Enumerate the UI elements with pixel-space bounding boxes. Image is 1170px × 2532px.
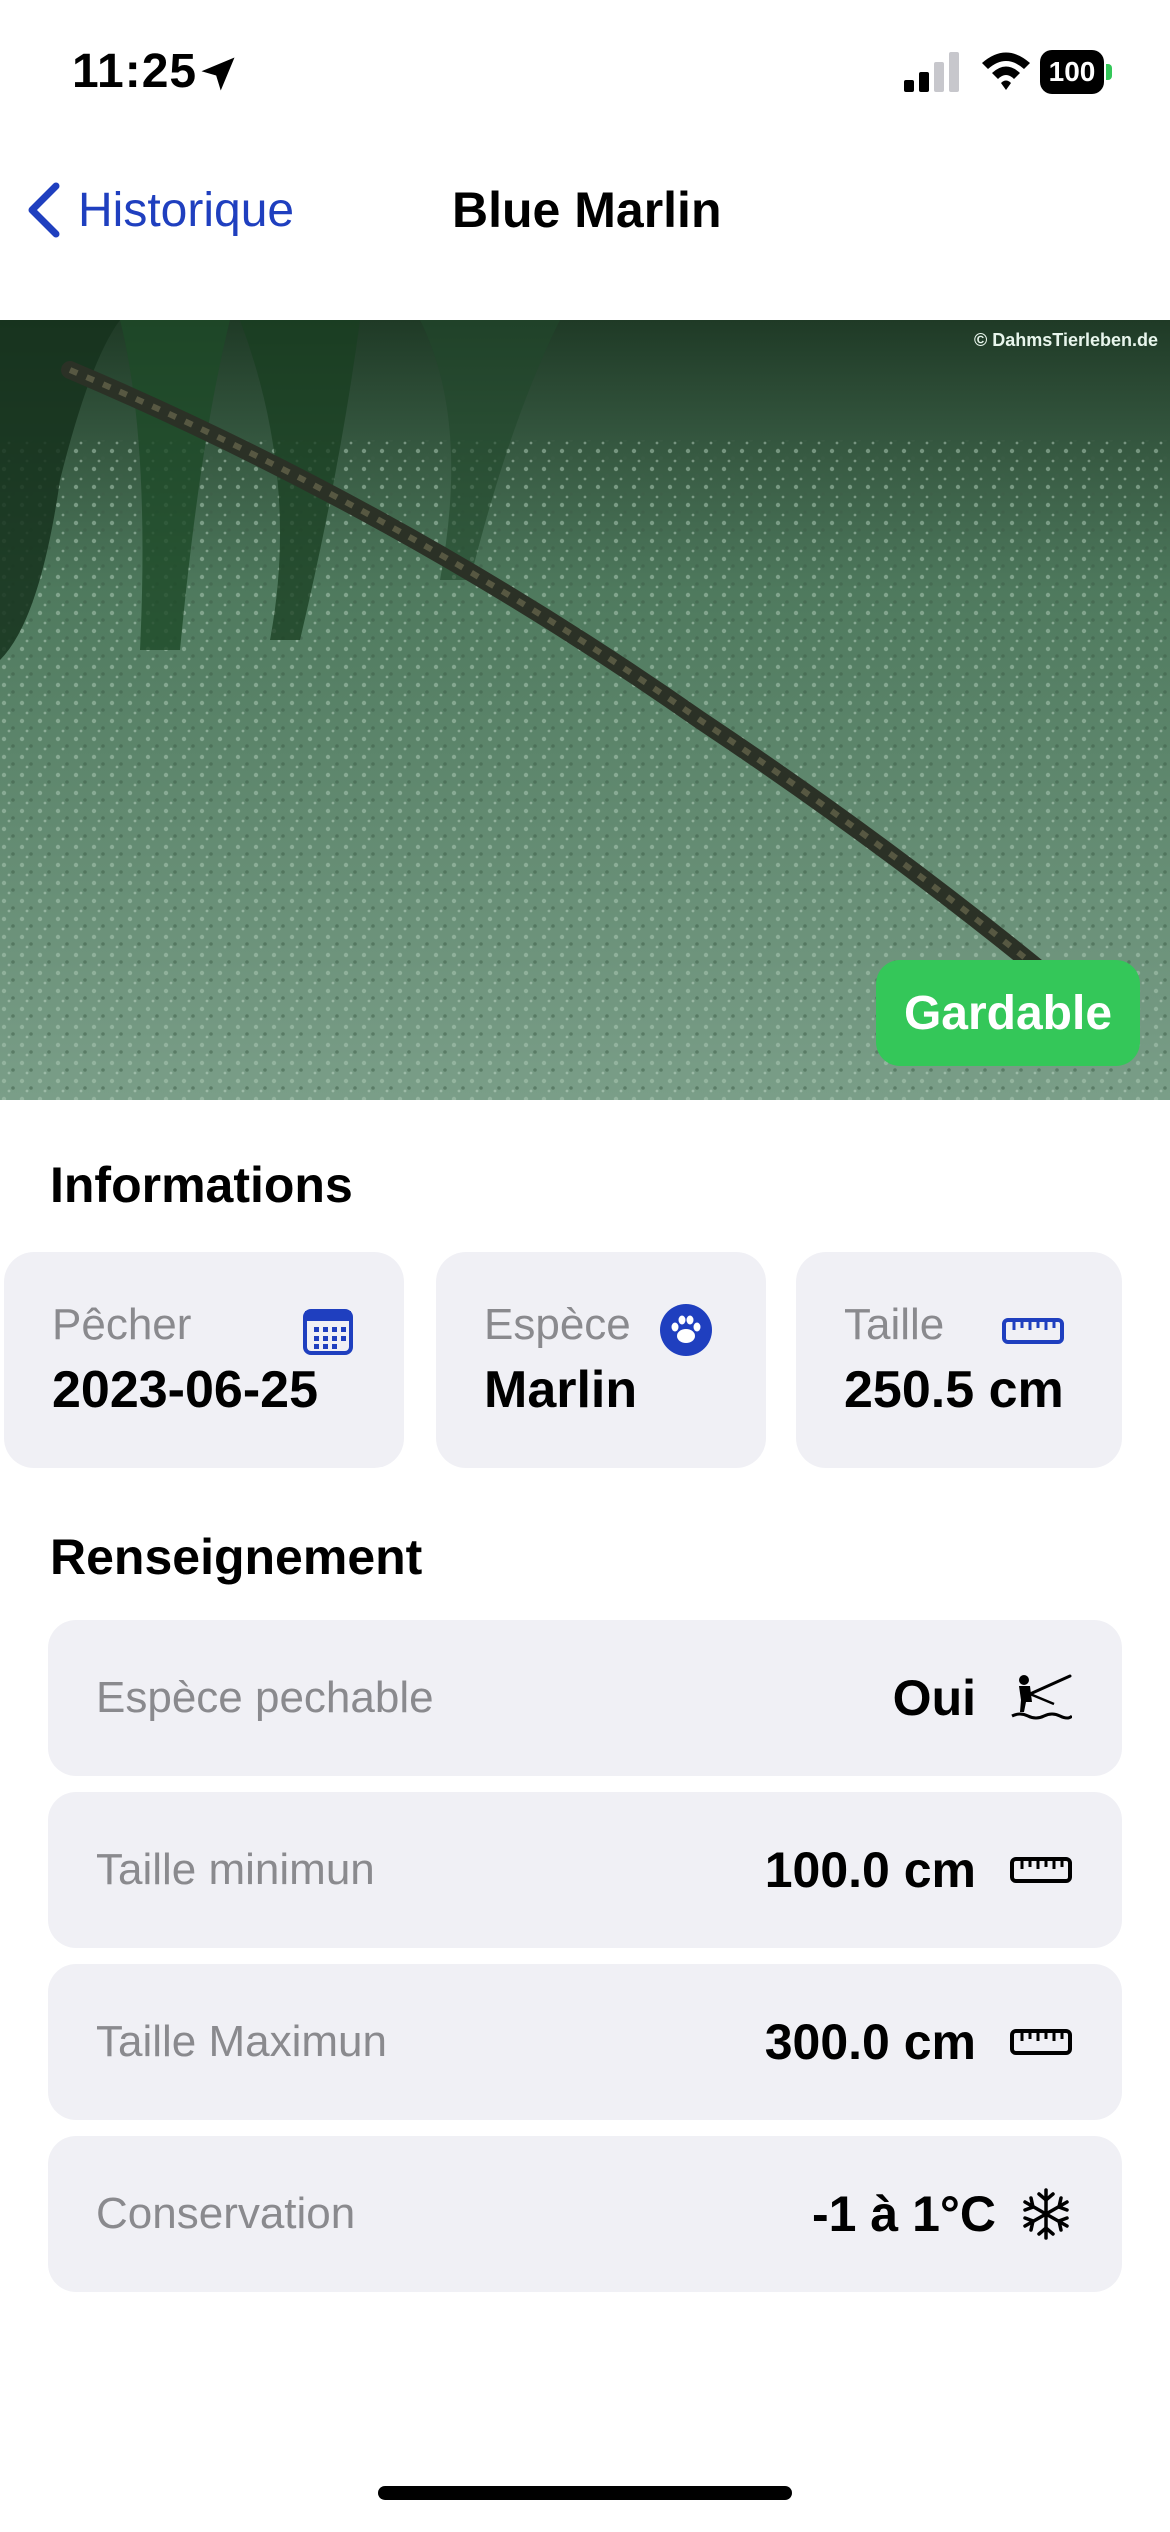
info-card-species: Espèce Marlin [436,1252,766,1468]
informations-title: Informations [50,1157,353,1213]
back-button-label: Historique [78,183,295,237]
wifi-icon [982,52,1030,90]
info-card-date: Pêcher 2023-06-25 [4,1252,404,1468]
row-value: -1 à 1°C [812,2186,996,2242]
location-arrow-icon [201,57,235,91]
status-bar: 11:25 100 [0,0,1170,150]
battery-indicator: 100 [1040,50,1112,94]
fishing-icon [1011,1674,1072,1720]
ruler-icon [1010,1857,1072,1883]
info-card-value: 250.5 cm [844,1361,1064,1419]
status-badge: Gardable [876,960,1140,1066]
row-label: Espèce pechable [96,1673,434,1722]
snowflake-icon [1023,2188,1069,2240]
info-card-label: Pêcher [52,1300,192,1349]
row-label: Taille minimun [96,1845,375,1894]
status-time: 11:25 [72,45,198,98]
info-row-min-size: Taille minimun 100.0 cm [48,1792,1122,1948]
info-card-label: Espèce [484,1300,631,1349]
row-value: 100.0 cm [764,1842,976,1898]
home-indicator[interactable] [378,2486,792,2500]
info-card-label: Taille [844,1300,945,1349]
photo-watermark: © DahmsTierleben.de [974,330,1158,350]
page-title: Blue Marlin [452,182,722,238]
renseignement-title: Renseignement [50,1529,423,1585]
info-row-max-size: Taille Maximun 300.0 cm [48,1964,1122,2120]
row-label: Conservation [96,2189,356,2238]
fish-photo: © DahmsTierleben.de Gardable [0,320,1170,1100]
back-button[interactable]: Historique [24,178,294,242]
row-label: Taille Maximun [96,2017,387,2066]
paw-icon [660,1304,712,1356]
info-card-size: Taille 250.5 cm [796,1252,1122,1468]
battery-level: 100 [1040,50,1104,94]
info-card-value: Marlin [484,1361,638,1419]
chevron-left-icon [28,182,60,238]
navigation-bar: Historique Blue Marlin [0,160,1170,260]
cellular-signal-icon [904,52,959,92]
calendar-icon [303,1309,353,1355]
ruler-icon [1002,1318,1064,1344]
info-row-fishable: Espèce pechable Oui [48,1620,1122,1776]
ruler-icon [1010,2029,1072,2055]
info-row-conservation: Conservation -1 à 1°C [48,2136,1122,2292]
row-value: Oui [892,1670,976,1726]
row-value: 300.0 cm [764,2014,976,2070]
battery-tip [1106,64,1112,80]
info-card-value: 2023-06-25 [52,1361,318,1419]
